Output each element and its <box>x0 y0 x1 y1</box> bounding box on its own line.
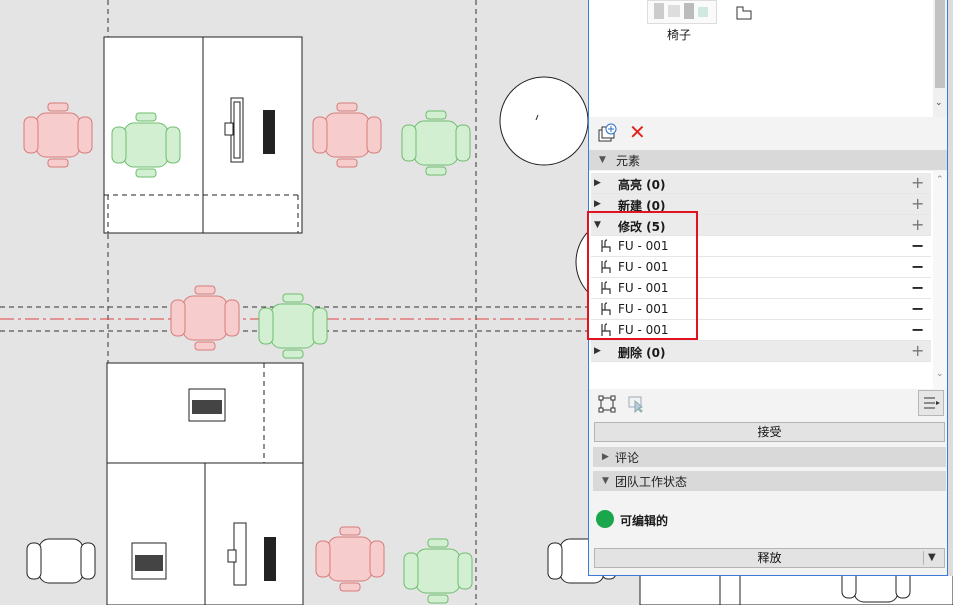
add-layer-icon[interactable] <box>597 123 617 143</box>
chevron-right-icon: ▶ <box>602 452 609 462</box>
comments-section-header[interactable]: ▶ 评论 <box>593 447 946 467</box>
team-section-header[interactable]: ▼ 团队工作状态 <box>593 471 946 491</box>
thumbnail-label: 椅子 <box>667 28 692 42</box>
release-button[interactable]: 释放 ▼ <box>594 548 945 568</box>
chevron-down-icon: ▼ <box>602 476 609 486</box>
pointer-select-icon[interactable] <box>627 395 645 413</box>
library-scrollbar[interactable]: ⌄ <box>933 0 947 117</box>
status-label: 可编辑的 <box>620 514 669 528</box>
close-icon[interactable]: ✕ <box>629 121 646 143</box>
remove-icon[interactable]: − <box>911 236 924 256</box>
chevron-right-icon: ▶ <box>594 199 601 209</box>
group-label: 高亮 (0) <box>618 178 666 192</box>
remove-icon[interactable]: − <box>911 320 924 340</box>
elements-scrollbar[interactable]: ⌃ ⌄ <box>933 171 947 389</box>
remove-icon[interactable]: − <box>911 278 924 298</box>
scroll-thumb[interactable] <box>935 0 945 88</box>
chevron-right-icon: ▶ <box>594 346 601 356</box>
remove-icon[interactable]: − <box>911 299 924 319</box>
status-dot-icon <box>596 510 614 528</box>
add-icon[interactable]: + <box>911 215 924 235</box>
add-icon[interactable]: + <box>911 173 924 193</box>
thumbnail-image-icon <box>654 3 708 19</box>
chevron-down-icon: ▼ <box>599 155 606 165</box>
highlight-box <box>587 211 698 340</box>
add-icon[interactable]: + <box>911 341 924 361</box>
chevron-up-icon[interactable]: ⌃ <box>936 175 944 185</box>
chair-thumbnail[interactable] <box>647 0 717 24</box>
dropdown-divider <box>923 551 924 565</box>
library-item-icon[interactable] <box>735 3 753 21</box>
library-preview: 椅子 <box>589 0 933 117</box>
list-settings-icon <box>924 397 940 409</box>
changes-panel: 椅子 ⌄ ✕ ▼ 元素 ▶ 高亮 (0) + ▶ 新建 (0) + ▼ 修改 (… <box>587 0 948 576</box>
group-highlight[interactable]: ▶ 高亮 (0) + <box>591 173 931 194</box>
comments-section-title: 评论 <box>615 451 640 465</box>
select-box-icon[interactable] <box>598 395 616 413</box>
group-deleted[interactable]: ▶ 删除 (0) + <box>591 341 931 362</box>
elements-section-title: 元素 <box>616 154 641 168</box>
chevron-down-icon[interactable]: ⌄ <box>936 369 944 379</box>
release-button-label: 释放 <box>757 551 782 565</box>
accept-button[interactable]: 接受 <box>594 422 945 442</box>
remove-icon[interactable]: − <box>911 257 924 277</box>
chevron-down-icon[interactable]: ⌄ <box>935 98 943 108</box>
window-edge <box>948 0 953 576</box>
team-section-title: 团队工作状态 <box>615 475 688 489</box>
add-icon[interactable]: + <box>911 194 924 214</box>
group-label: 删除 (0) <box>618 346 666 360</box>
list-options-button[interactable] <box>918 390 944 416</box>
chevron-right-icon: ▶ <box>594 178 601 188</box>
chevron-down-icon[interactable]: ▼ <box>928 549 936 567</box>
elements-section-header[interactable]: ▼ 元素 <box>589 150 947 170</box>
